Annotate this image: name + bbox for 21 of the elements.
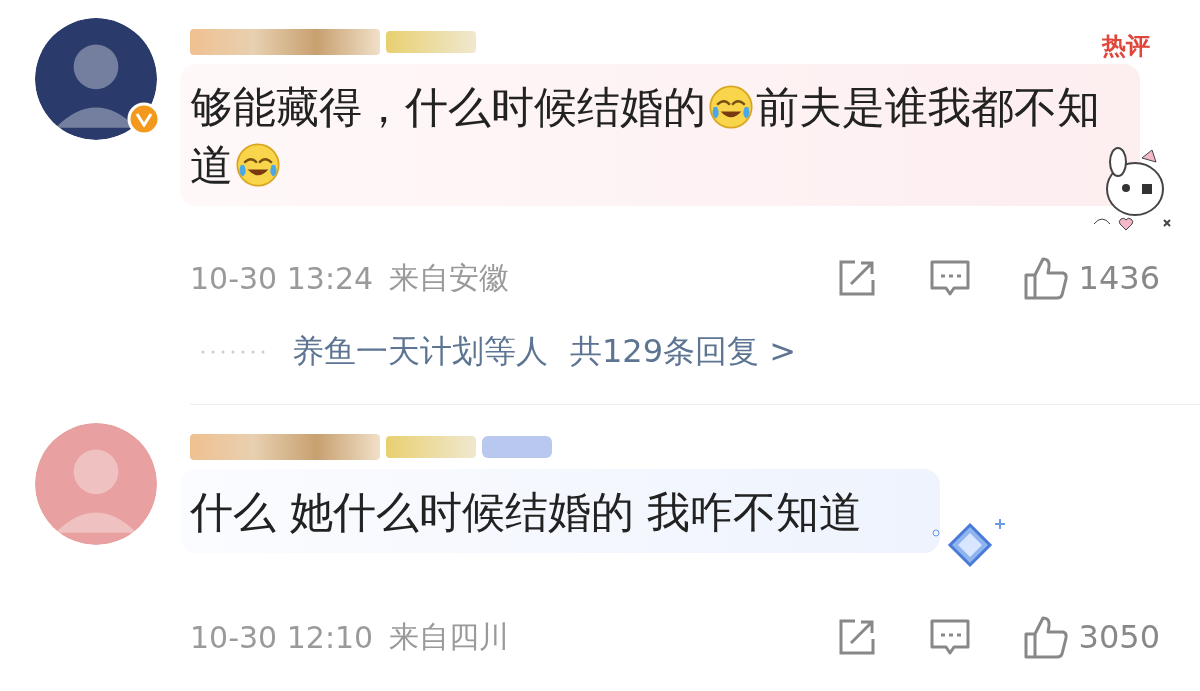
comment-text: 什么 她什么时候结婚的 我咋不知道 <box>190 487 863 537</box>
reply-names-link[interactable]: 养鱼一天计划等人 <box>292 330 548 374</box>
comment-text: 够能藏得，什么时候结婚的 <box>190 82 706 132</box>
comment-icon[interactable] <box>928 617 971 657</box>
laughing-emoji-icon <box>708 84 754 130</box>
like-count: 3050 <box>1078 618 1160 656</box>
comment-text: 道 <box>190 140 233 190</box>
comment-text: 前夫是谁我都不知 <box>756 82 1100 132</box>
blurred-level-badge <box>482 436 552 458</box>
like-count: 1436 <box>1078 259 1160 297</box>
thumbs-up-icon[interactable] <box>1022 614 1069 660</box>
comment-time: 10-30 13:24 <box>190 260 374 296</box>
comment-time: 10-30 12:10 <box>190 619 374 655</box>
avatar[interactable] <box>35 18 157 140</box>
comment-icon[interactable] <box>928 258 971 298</box>
hot-comment-label: 热评 <box>1102 31 1150 62</box>
thumbs-up-icon[interactable] <box>1022 255 1069 301</box>
laughing-emoji-icon <box>235 142 281 188</box>
reply-count-link[interactable]: 共129条回复 > <box>570 330 797 374</box>
comment-location: 来自四川 <box>389 617 510 656</box>
comment-location: 来自安徽 <box>389 258 510 297</box>
